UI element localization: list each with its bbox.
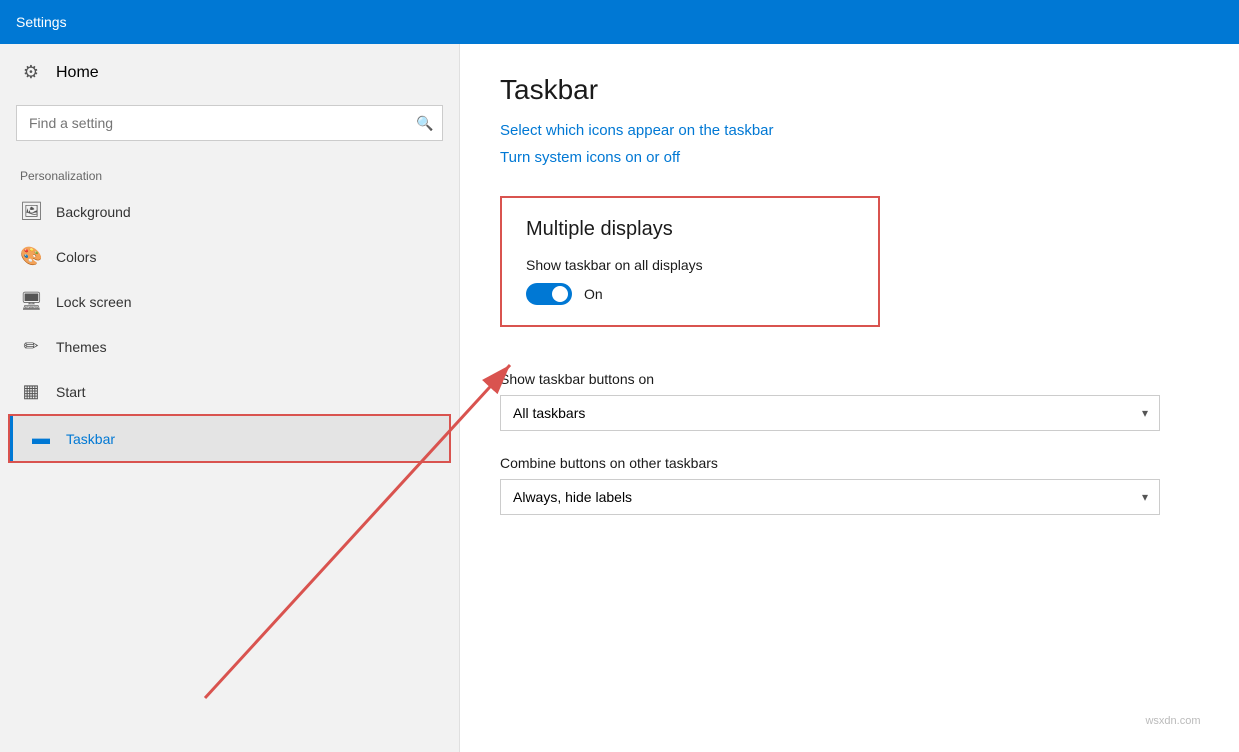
start-label: Start	[56, 384, 86, 400]
lockscreen-label: Lock screen	[56, 294, 131, 310]
search-button[interactable]: 🔍	[407, 105, 443, 141]
dropdown-1-wrapper: All taskbars Main taskbar and taskbar wh…	[500, 395, 1160, 431]
colors-icon: 🎨	[20, 246, 42, 267]
dropdown-2-wrapper: Always, hide labels When taskbar is full…	[500, 479, 1160, 515]
taskbar-label: Taskbar	[66, 431, 115, 447]
link-icons-on-taskbar[interactable]: Select which icons appear on the taskbar	[500, 122, 1199, 139]
dropdown-section-1: Show taskbar buttons on All taskbars Mai…	[500, 371, 1199, 431]
background-icon: 🖼	[20, 201, 42, 222]
page-title: Taskbar	[500, 74, 1199, 106]
sidebar: ⚙ Home 🔍 Personalization 🖼 Background 🎨 …	[0, 44, 460, 752]
sidebar-item-themes[interactable]: ✏ Themes	[0, 324, 459, 369]
search-input[interactable]	[16, 105, 443, 141]
taskbar-highlight-box: ▬ Taskbar	[8, 414, 451, 463]
sidebar-item-colors[interactable]: 🎨 Colors	[0, 234, 459, 279]
sidebar-item-start[interactable]: ▦ Start	[0, 369, 459, 414]
watermark: wsxdn.com	[1113, 696, 1233, 746]
multiple-displays-title: Multiple displays	[526, 218, 854, 241]
section-label: Personalization	[0, 161, 459, 189]
content-area: Taskbar Select which icons appear on the…	[460, 44, 1239, 752]
dropdown-1-select[interactable]: All taskbars Main taskbar and taskbar wh…	[500, 395, 1160, 431]
dropdown-1-label: Show taskbar buttons on	[500, 371, 1199, 387]
home-label: Home	[56, 64, 99, 82]
themes-icon: ✏	[20, 336, 42, 357]
watermark-text: wsxdn.com	[1145, 715, 1200, 727]
title-bar: Settings	[0, 0, 1239, 44]
sidebar-item-taskbar[interactable]: ▬ Taskbar	[10, 416, 449, 461]
toggle-row: On	[526, 283, 854, 305]
link-system-icons[interactable]: Turn system icons on or off	[500, 149, 1199, 166]
sidebar-item-home[interactable]: ⚙ Home	[0, 44, 459, 101]
toggle-state-label: On	[584, 286, 603, 302]
show-taskbar-label: Show taskbar on all displays	[526, 257, 854, 273]
multiple-displays-box: Multiple displays Show taskbar on all di…	[500, 196, 880, 327]
title-bar-text: Settings	[16, 14, 67, 30]
home-icon: ⚙	[20, 62, 42, 83]
lockscreen-icon: 🖥	[20, 291, 42, 312]
toggle-switch[interactable]	[526, 283, 572, 305]
dropdown-section-2: Combine buttons on other taskbars Always…	[500, 455, 1199, 515]
toggle-thumb	[552, 286, 568, 302]
sidebar-item-background[interactable]: 🖼 Background	[0, 189, 459, 234]
dropdown-2-select[interactable]: Always, hide labels When taskbar is full…	[500, 479, 1160, 515]
colors-label: Colors	[56, 249, 96, 265]
dropdown-2-label: Combine buttons on other taskbars	[500, 455, 1199, 471]
taskbar-icon: ▬	[30, 428, 52, 449]
background-label: Background	[56, 204, 131, 220]
sidebar-item-lockscreen[interactable]: 🖥 Lock screen	[0, 279, 459, 324]
start-icon: ▦	[20, 381, 42, 402]
themes-label: Themes	[56, 339, 107, 355]
search-box: 🔍	[16, 105, 443, 141]
toggle-track[interactable]	[526, 283, 572, 305]
